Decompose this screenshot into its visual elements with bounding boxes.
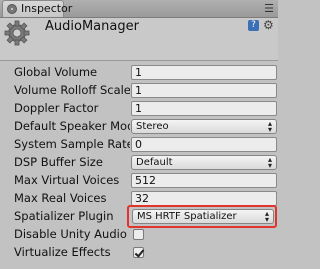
field-label: Virtualize Effects [14,245,111,259]
row-disable-unity-audio: Disable Unity Audio [0,226,278,244]
dropdown-arrow-icon: ▴ ▾ [264,209,269,224]
help-icon[interactable]: ? [248,20,259,31]
field-label: Default Speaker Mode [14,119,130,133]
field-label: Max Virtual Voices [14,173,120,187]
field-label: Spatializer Plugin [14,209,114,223]
volume-rolloff-scale-field[interactable]: 1 [131,83,277,98]
field-label: DSP Buffer Size [14,155,103,169]
global-volume-field[interactable]: 1 [131,65,277,80]
max-virtual-voices-field[interactable]: 512 [131,173,277,188]
field-label: Doppler Factor [14,101,99,115]
dropdown-arrow-icon: ▴ ▾ [267,155,272,170]
spatializer-plugin-dropdown[interactable]: MS HRTF Spatializer ▴ ▾ [132,209,274,224]
row-dsp-buffer-size: DSP Buffer Size Default ▴ ▾ [0,154,278,172]
divider [0,60,278,61]
row-system-sample-rate: System Sample Rate 0 [0,136,278,154]
dropdown-value: MS HRTF Spatializer [137,211,237,222]
dsp-buffer-size-dropdown[interactable]: Default ▴ ▾ [131,155,277,170]
inspector-header [0,18,278,60]
tab-label: Inspector [21,2,73,15]
row-global-volume: Global Volume 1 [0,64,278,82]
row-volume-rolloff-scale: Volume Rolloff Scale 1 [0,82,278,100]
settings-icon[interactable]: ⚙ [263,18,274,32]
default-speaker-mode-dropdown[interactable]: Stereo ▴ ▾ [131,119,277,134]
disable-unity-audio-checkbox[interactable] [133,229,144,240]
row-doppler-factor: Doppler Factor 1 [0,100,278,118]
page-title: AudioManager [45,19,139,34]
row-virtualize-effects: Virtualize Effects [0,244,278,262]
tab-inspector[interactable]: Inspector [2,0,72,17]
row-default-speaker-mode: Default Speaker Mode Stereo ▴ ▾ [0,118,278,136]
system-sample-rate-field[interactable]: 0 [131,137,277,152]
tab-bar: Inspector ☰ [0,0,278,18]
max-real-voices-field[interactable]: 32 [131,191,277,206]
doppler-factor-field[interactable]: 1 [131,101,277,116]
virtualize-effects-checkbox[interactable] [133,247,144,258]
row-spatializer-plugin: Spatializer Plugin MS HRTF Spatializer ▴… [0,205,278,228]
field-label: Disable Unity Audio [14,227,127,241]
row-max-virtual-voices: Max Virtual Voices 512 [0,172,278,190]
field-label: System Sample Rate [14,137,130,151]
field-label: Max Real Voices [14,191,107,205]
dropdown-arrow-icon: ▴ ▾ [267,119,272,134]
dropdown-value: Stereo [136,121,169,132]
info-icon [7,4,17,14]
settings-list: Global Volume 1 Volume Rolloff Scale 1 D… [0,64,278,262]
field-label: Global Volume [14,65,98,79]
gear-icon [4,20,30,46]
panel-menu-icon[interactable]: ☰ [264,2,274,15]
field-label: Volume Rolloff Scale [14,83,130,97]
dropdown-value: Default [136,157,173,168]
